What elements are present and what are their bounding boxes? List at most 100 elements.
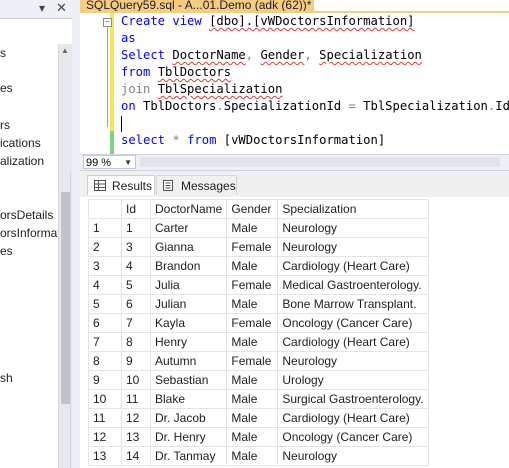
table-row[interactable]: 4 5 Julia Female Medical Gastroenterology.	[88, 275, 429, 295]
table-row[interactable]: 10 11 Blake Male Surgical Gastroenterology.	[88, 389, 429, 409]
table-row[interactable]: 9 10 Sebastian Male Urology	[88, 370, 429, 390]
grid-cell[interactable]: Female	[226, 275, 279, 295]
row-number[interactable]: 4	[88, 275, 122, 295]
grid-cell[interactable]: Neurology	[277, 237, 429, 257]
grid-cell[interactable]: Male	[226, 427, 279, 447]
table-row[interactable]: 3 4 Brandon Male Cardiology (Heart Care)	[88, 256, 429, 276]
grid-cell[interactable]: Sebastian	[149, 370, 228, 390]
tree-item[interactable]: alization	[0, 154, 44, 168]
grid-cell[interactable]: 12	[121, 408, 151, 428]
chevron-down-icon[interactable]: ▼	[124, 156, 132, 170]
grid-cell[interactable]: Male	[226, 332, 279, 352]
grid-cell[interactable]: 6	[121, 294, 151, 314]
tree-item[interactable]: rs	[0, 118, 10, 132]
grid-cell[interactable]: Female	[226, 237, 279, 257]
grid-cell[interactable]: 3	[121, 237, 151, 257]
tree-item[interactable]: es	[0, 81, 13, 95]
row-number[interactable]: 6	[88, 313, 122, 333]
scrollbar-thumb[interactable]	[61, 192, 70, 404]
grid-cell[interactable]: 8	[121, 332, 151, 352]
row-number[interactable]: 1	[88, 218, 122, 238]
grid-cell[interactable]: 1	[121, 218, 151, 238]
column-header[interactable]: Id	[121, 199, 151, 219]
grid-cell[interactable]: Brandon	[149, 256, 228, 276]
column-header[interactable]: Specialization	[277, 199, 429, 219]
scroll-up-arrow-icon[interactable]: ▲	[61, 46, 69, 55]
row-number[interactable]: 8	[88, 351, 122, 371]
grid-cell[interactable]: Oncology (Cancer Care)	[277, 427, 429, 447]
grid-cell[interactable]: Cardiology (Heart Care)	[277, 256, 429, 276]
sql-editor[interactable]: − Create view [dbo].[vWDoctorsInformatio…	[80, 13, 509, 154]
grid-cell[interactable]: Dr. Jacob	[149, 408, 228, 428]
table-row[interactable]: 6 7 Kayla Female Oncology (Cancer Care)	[88, 313, 429, 333]
tree-item[interactable]: orsDetails	[0, 208, 53, 222]
grid-cell[interactable]: 7	[121, 313, 151, 333]
grid-cell[interactable]: Kayla	[149, 313, 228, 333]
tree-item[interactable]: ications	[0, 136, 41, 150]
grid-cell[interactable]: Male	[226, 389, 279, 409]
table-row[interactable]: 2 3 Gianna Female Neurology	[88, 237, 429, 257]
grid-cell[interactable]: Autumn	[149, 351, 228, 371]
table-row[interactable]: 1 1 Carter Male Neurology	[88, 218, 429, 238]
grid-cell[interactable]: Female	[226, 351, 279, 371]
grid-cell[interactable]: Cardiology (Heart Care)	[277, 332, 429, 352]
tree-item[interactable]: sh	[0, 371, 13, 385]
row-number[interactable]: 7	[88, 332, 122, 352]
table-row[interactable]: 13 14 Dr. Tanmay Male Neurology	[88, 446, 429, 466]
grid-cell[interactable]: Male	[226, 294, 279, 314]
column-header[interactable]: Gender	[226, 199, 279, 219]
column-header[interactable]: DoctorName	[149, 199, 228, 219]
tab-results[interactable]: Results	[87, 175, 155, 195]
grid-cell[interactable]: Male	[226, 256, 279, 276]
grid-cell[interactable]: 5	[121, 275, 151, 295]
row-number[interactable]: 13	[88, 446, 122, 466]
row-number[interactable]: 10	[88, 389, 122, 409]
row-number[interactable]: 12	[88, 427, 122, 447]
row-number[interactable]: 5	[88, 294, 122, 314]
tree-item-selected[interactable]: orsInformat	[0, 226, 61, 240]
grid-cell[interactable]: Surgical Gastroenterology.	[277, 389, 429, 409]
row-number[interactable]: 9	[88, 370, 122, 390]
grid-cell[interactable]: Blake	[149, 389, 228, 409]
grid-cell[interactable]: Female	[226, 313, 279, 333]
grid-cell[interactable]: Julian	[149, 294, 228, 314]
row-number[interactable]: 2	[88, 237, 122, 257]
grid-cell[interactable]: 14	[121, 446, 151, 466]
collapse-toggle-icon[interactable]: −	[103, 18, 112, 27]
grid-cell[interactable]: Male	[226, 218, 279, 238]
grid-cell[interactable]: Julia	[149, 275, 228, 295]
grid-cell[interactable]: Neurology	[277, 218, 429, 238]
table-row[interactable]: 7 8 Henry Male Cardiology (Heart Care)	[88, 332, 429, 352]
row-header-corner[interactable]	[88, 199, 122, 219]
table-row[interactable]: 12 13 Dr. Henry Male Oncology (Cancer Care)	[88, 427, 429, 447]
dropdown-arrow-icon[interactable]: ▾	[39, 1, 45, 15]
grid-cell[interactable]: 4	[121, 256, 151, 276]
row-number[interactable]: 11	[88, 408, 122, 428]
grid-cell[interactable]: Dr. Henry	[149, 427, 228, 447]
grid-cell[interactable]: Medical Gastroenterology.	[277, 275, 429, 295]
tab-messages[interactable]: Messages	[156, 175, 237, 195]
query-document-tab[interactable]: SQLQuery59.sql - A...01.Demo (adk (62))*	[80, 0, 314, 11]
close-icon[interactable]: ✕	[56, 0, 67, 16]
row-number[interactable]: 3	[88, 256, 122, 276]
grid-cell[interactable]: 11	[121, 389, 151, 409]
grid-cell[interactable]: Neurology	[277, 351, 429, 371]
horizontal-scrollbar[interactable]	[140, 157, 500, 167]
tree-item[interactable]: s	[0, 46, 6, 60]
table-row[interactable]: 5 6 Julian Male Bone Marrow Transplant.	[88, 294, 429, 314]
grid-cell[interactable]: Cardiology (Heart Care)	[277, 408, 429, 428]
grid-cell[interactable]: 10	[121, 370, 151, 390]
grid-cell[interactable]: Male	[226, 446, 279, 466]
grid-cell[interactable]: Bone Marrow Transplant.	[277, 294, 429, 314]
grid-cell[interactable]: Oncology (Cancer Care)	[277, 313, 429, 333]
grid-cell[interactable]: 13	[121, 427, 151, 447]
grid-cell[interactable]: Male	[226, 370, 279, 390]
table-row[interactable]: 8 9 Autumn Female Neurology	[88, 351, 429, 371]
tree-item[interactable]: es	[0, 244, 13, 258]
splitter[interactable]	[72, 0, 80, 468]
grid-cell[interactable]: Neurology	[277, 446, 429, 466]
grid-cell[interactable]: Carter	[149, 218, 228, 238]
grid-cell[interactable]: Gianna	[149, 237, 228, 257]
grid-cell[interactable]: Dr. Tanmay	[149, 446, 228, 466]
zoom-select[interactable]: 99 % ▼	[83, 155, 136, 169]
